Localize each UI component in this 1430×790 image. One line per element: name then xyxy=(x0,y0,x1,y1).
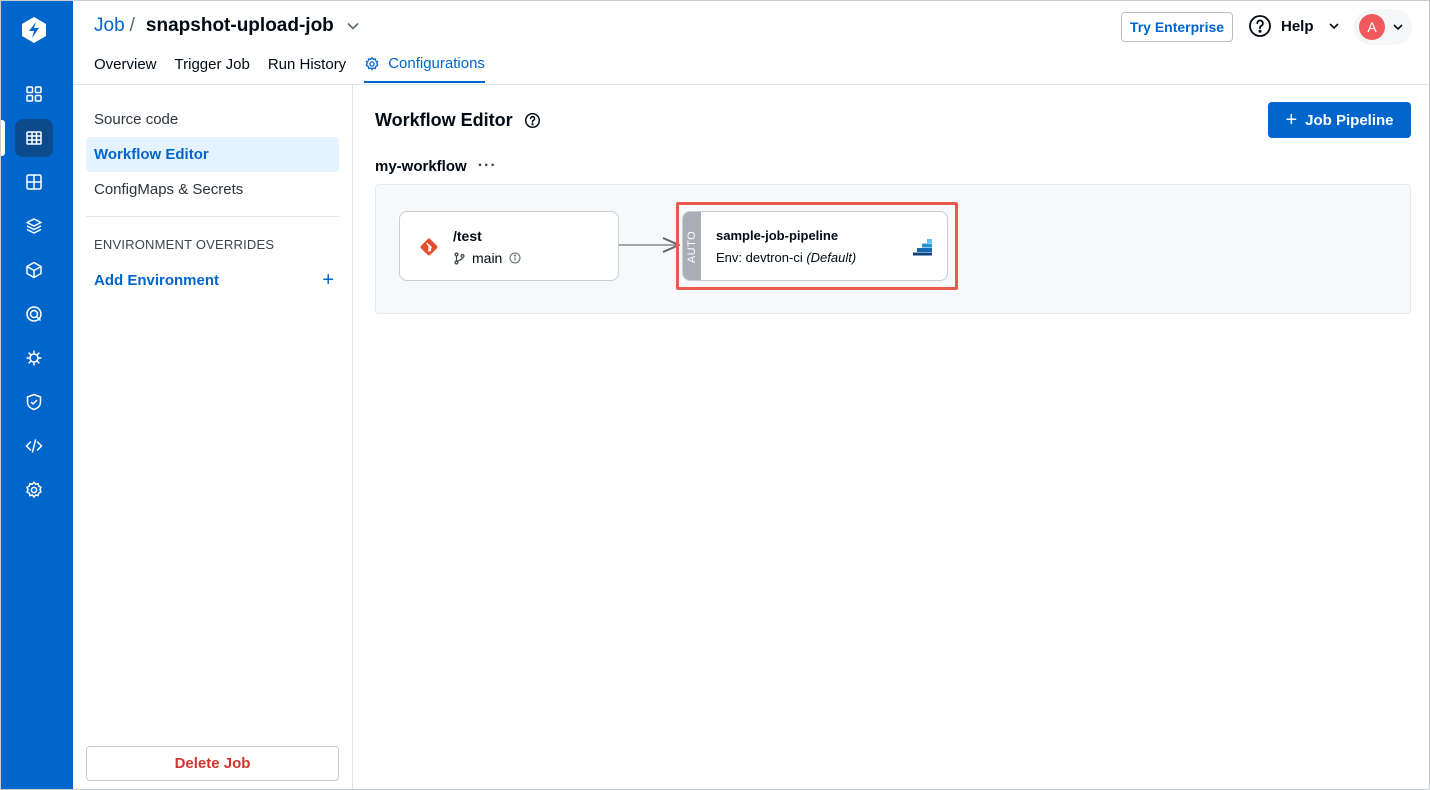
sidebar-item-configmaps-secrets[interactable]: ConfigMaps & Secrets xyxy=(86,172,339,207)
tab-bar: Overview Trigger Job Run History Configu… xyxy=(94,55,503,83)
more-options-icon[interactable]: ··· xyxy=(478,157,497,175)
bug-icon xyxy=(26,350,42,366)
branch-icon xyxy=(454,252,465,265)
plus-icon: + xyxy=(1285,109,1298,131)
left-rail xyxy=(1,1,73,789)
user-menu[interactable]: A xyxy=(1354,9,1412,45)
trigger-type-strip: AUTO xyxy=(683,212,701,280)
rail-applications[interactable] xyxy=(15,75,53,113)
page-title: Workflow Editor xyxy=(375,110,541,131)
try-enterprise-button[interactable]: Try Enterprise xyxy=(1121,12,1233,42)
workflow-editor-panel: Workflow Editor + Job Pipeline my-workfl… xyxy=(354,85,1429,789)
job-pipeline-node[interactable]: AUTO sample-job-pipeline Env: devtron-ci… xyxy=(682,211,948,281)
workflow-name: my-workflow ··· xyxy=(375,157,497,175)
ci-pipeline-icon xyxy=(913,239,932,256)
rail-jobs[interactable] xyxy=(15,119,53,157)
delete-job-button[interactable]: Delete Job xyxy=(86,746,339,781)
tab-overview[interactable]: Overview xyxy=(94,55,157,83)
sidebar-item-source-code[interactable]: Source code xyxy=(86,102,339,137)
rail-active-indicator xyxy=(1,120,5,156)
gear-icon xyxy=(26,480,42,499)
devtron-logo-icon[interactable] xyxy=(19,15,49,45)
gear-icon xyxy=(365,56,379,71)
rail-global-configurations[interactable] xyxy=(15,471,53,509)
help-label: Help xyxy=(1281,17,1314,35)
git-icon xyxy=(420,238,438,256)
rail-chart-store[interactable] xyxy=(15,207,53,245)
add-environment-link[interactable]: Add Environment + xyxy=(94,269,334,292)
workflow-canvas: /test main AUTO sample-job-pipeline Env:… xyxy=(375,184,1411,314)
environment-overrides-heading: ENVIRONMENT OVERRIDES xyxy=(94,237,275,252)
rail-resource-browser[interactable] xyxy=(15,251,53,289)
sidebar-divider xyxy=(86,216,339,217)
help-menu[interactable]: Help xyxy=(1248,14,1340,38)
config-sidebar: Source code Workflow Editor ConfigMaps &… xyxy=(73,85,353,789)
tab-run-history[interactable]: Run History xyxy=(268,55,346,83)
chart-store-icon xyxy=(26,174,42,190)
breadcrumb-job-link[interactable]: Job xyxy=(94,15,125,37)
rail-app-groups[interactable] xyxy=(15,163,53,201)
rail-security[interactable] xyxy=(15,383,53,421)
tab-trigger-job[interactable]: Trigger Job xyxy=(175,55,250,83)
cube-icon xyxy=(26,261,42,279)
chevron-down-icon xyxy=(1328,23,1339,30)
rail-code-editor[interactable] xyxy=(15,427,53,465)
rail-security-scans[interactable] xyxy=(15,295,53,333)
info-icon[interactable] xyxy=(509,252,521,264)
add-job-pipeline-button[interactable]: + Job Pipeline xyxy=(1268,102,1411,138)
plus-icon: + xyxy=(322,269,334,291)
add-environment-label: Add Environment xyxy=(94,272,220,289)
avatar: A xyxy=(1359,14,1385,40)
security-scan-icon xyxy=(26,306,42,322)
job-node-env: Env: devtron-ci (Default) xyxy=(716,250,857,265)
chevron-down-icon xyxy=(1393,24,1403,31)
chevron-down-icon[interactable] xyxy=(346,19,360,33)
shield-icon xyxy=(26,393,42,411)
breadcrumb: Job / snapshot-upload-job xyxy=(94,15,360,37)
source-node-branch: main xyxy=(453,250,521,266)
source-node-title: /test xyxy=(453,228,482,244)
page-header: Job / snapshot-upload-job Overview Trigg… xyxy=(73,1,1429,85)
job-node-title: sample-job-pipeline xyxy=(716,228,839,243)
source-node[interactable]: /test main xyxy=(399,211,619,281)
code-icon xyxy=(25,439,43,453)
app-window: Job / snapshot-upload-job Overview Trigg… xyxy=(0,0,1430,790)
rail-bulk-edit[interactable] xyxy=(15,339,53,377)
stack-icon xyxy=(26,218,42,234)
help-icon xyxy=(1249,15,1271,37)
breadcrumb-separator: / xyxy=(129,15,135,36)
app-name: snapshot-upload-job xyxy=(145,15,334,36)
workflow-connector-arrow xyxy=(619,237,680,253)
sidebar-item-workflow-editor[interactable]: Workflow Editor xyxy=(86,137,339,172)
jobs-icon xyxy=(26,131,42,145)
tab-configurations[interactable]: Configurations xyxy=(364,55,485,83)
app-grid-icon xyxy=(26,86,42,102)
help-icon[interactable] xyxy=(524,112,541,129)
